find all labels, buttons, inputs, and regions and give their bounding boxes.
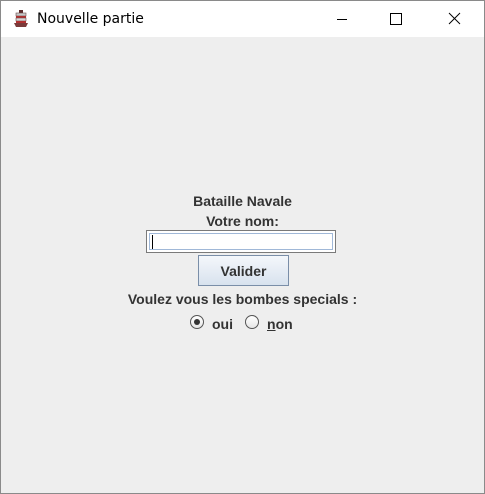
close-button[interactable] xyxy=(432,1,478,37)
name-label: Votre nom: xyxy=(206,213,279,229)
radio-button-selected[interactable] xyxy=(190,315,204,329)
maximize-button[interactable] xyxy=(373,1,419,37)
ship-icon xyxy=(13,10,29,28)
radio-dot xyxy=(194,319,200,325)
minimize-button[interactable] xyxy=(319,1,365,37)
minimize-icon xyxy=(337,19,347,20)
dialog-content: Bataille Navale Votre nom: Valider Voule… xyxy=(1,37,484,493)
game-title: Bataille Navale xyxy=(193,193,292,209)
title-bar[interactable]: Nouvelle partie xyxy=(1,1,484,37)
text-caret xyxy=(152,235,153,249)
close-icon xyxy=(448,12,461,25)
radio-oui-label[interactable]: oui xyxy=(212,315,233,333)
bombs-radio-group: oui non xyxy=(1,314,484,334)
dialog-window: Nouvelle partie Bataille Navale Votre no… xyxy=(0,0,485,494)
radio-button-unselected[interactable] xyxy=(245,315,259,329)
radio-non-label[interactable]: non xyxy=(267,315,293,333)
name-input[interactable] xyxy=(146,230,336,253)
bombs-question-label: Voulez vous les bombes specials : xyxy=(127,291,358,307)
validate-button[interactable]: Valider xyxy=(198,255,289,286)
mnemonic-letter: n xyxy=(267,316,276,332)
maximize-icon xyxy=(390,13,402,25)
window-title: Nouvelle partie xyxy=(37,11,144,27)
